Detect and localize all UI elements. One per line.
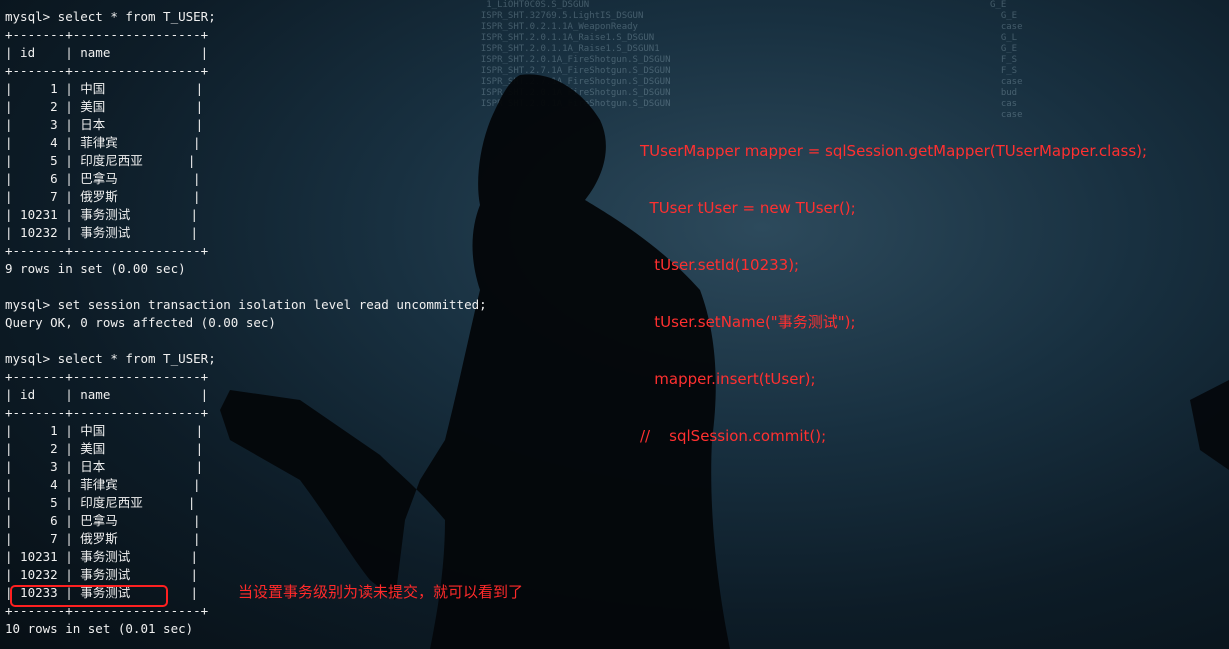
terminal-line: | 10231 | 事务测试 | [5, 207, 198, 222]
terminal-line: | 10231 | 事务测试 | [5, 549, 198, 564]
terminal-line: | 10232 | 事务测试 | [5, 225, 198, 240]
terminal-line: 9 rows in set (0.00 sec) [5, 261, 186, 276]
highlight-box [10, 585, 168, 607]
terminal-line: +-------+-----------------+ [5, 243, 209, 258]
terminal-line: | 4 | 菲律宾 | [5, 135, 201, 150]
terminal-line: | id | name | [5, 387, 209, 402]
code-line: tUser.setId(10233); [640, 256, 800, 274]
terminal-line: | 2 | 美国 | [5, 99, 204, 114]
code-line: mapper.insert(tUser); [640, 370, 816, 388]
terminal-line: | 4 | 菲律宾 | [5, 477, 201, 492]
code-line: TUser tUser = new TUser(); [640, 199, 856, 217]
code-line: tUser.setName("事务测试"); [640, 313, 856, 331]
terminal-line: | 6 | 巴拿马 | [5, 513, 201, 528]
terminal-line: +-------+-----------------+ [5, 369, 209, 384]
java-code-overlay: TUserMapper mapper = sqlSession.getMappe… [640, 104, 1147, 465]
code-line: // sqlSession.commit(); [640, 427, 827, 445]
terminal-line: | id | name | [5, 45, 209, 60]
code-line: TUserMapper mapper = sqlSession.getMappe… [640, 142, 1148, 160]
terminal-line: +-------+-----------------+ [5, 27, 209, 42]
terminal-line: | 7 | 俄罗斯 | [5, 531, 201, 546]
terminal-line: mysql> set session transaction isolation… [5, 297, 487, 312]
terminal-line: 10 rows in set (0.01 sec) [5, 621, 194, 636]
mysql-terminal-output: mysql> select * from T_USER; +-------+---… [5, 8, 487, 638]
terminal-line: | 3 | 日本 | [5, 117, 204, 132]
terminal-line: +-------+-----------------+ [5, 405, 209, 420]
terminal-line: | 1 | 中国 | [5, 81, 204, 96]
terminal-line: | 2 | 美国 | [5, 441, 204, 456]
terminal-line: | 7 | 俄罗斯 | [5, 189, 201, 204]
annotation-text: 当设置事务级别为读未提交，就可以看到了 [238, 583, 524, 601]
terminal-line: | 1 | 中国 | [5, 423, 204, 438]
terminal-line: | 5 | 印度尼西亚 | [5, 495, 196, 510]
terminal-line: +-------+-----------------+ [5, 63, 209, 78]
terminal-line: | 5 | 印度尼西亚 | [5, 153, 196, 168]
terminal-line: mysql> select * from T_USER; [5, 9, 216, 24]
terminal-line: | 6 | 巴拿马 | [5, 171, 201, 186]
terminal-line: Query OK, 0 rows affected (0.00 sec) [5, 315, 276, 330]
terminal-line: mysql> select * from T_USER; [5, 351, 216, 366]
terminal-line: | 3 | 日本 | [5, 459, 204, 474]
